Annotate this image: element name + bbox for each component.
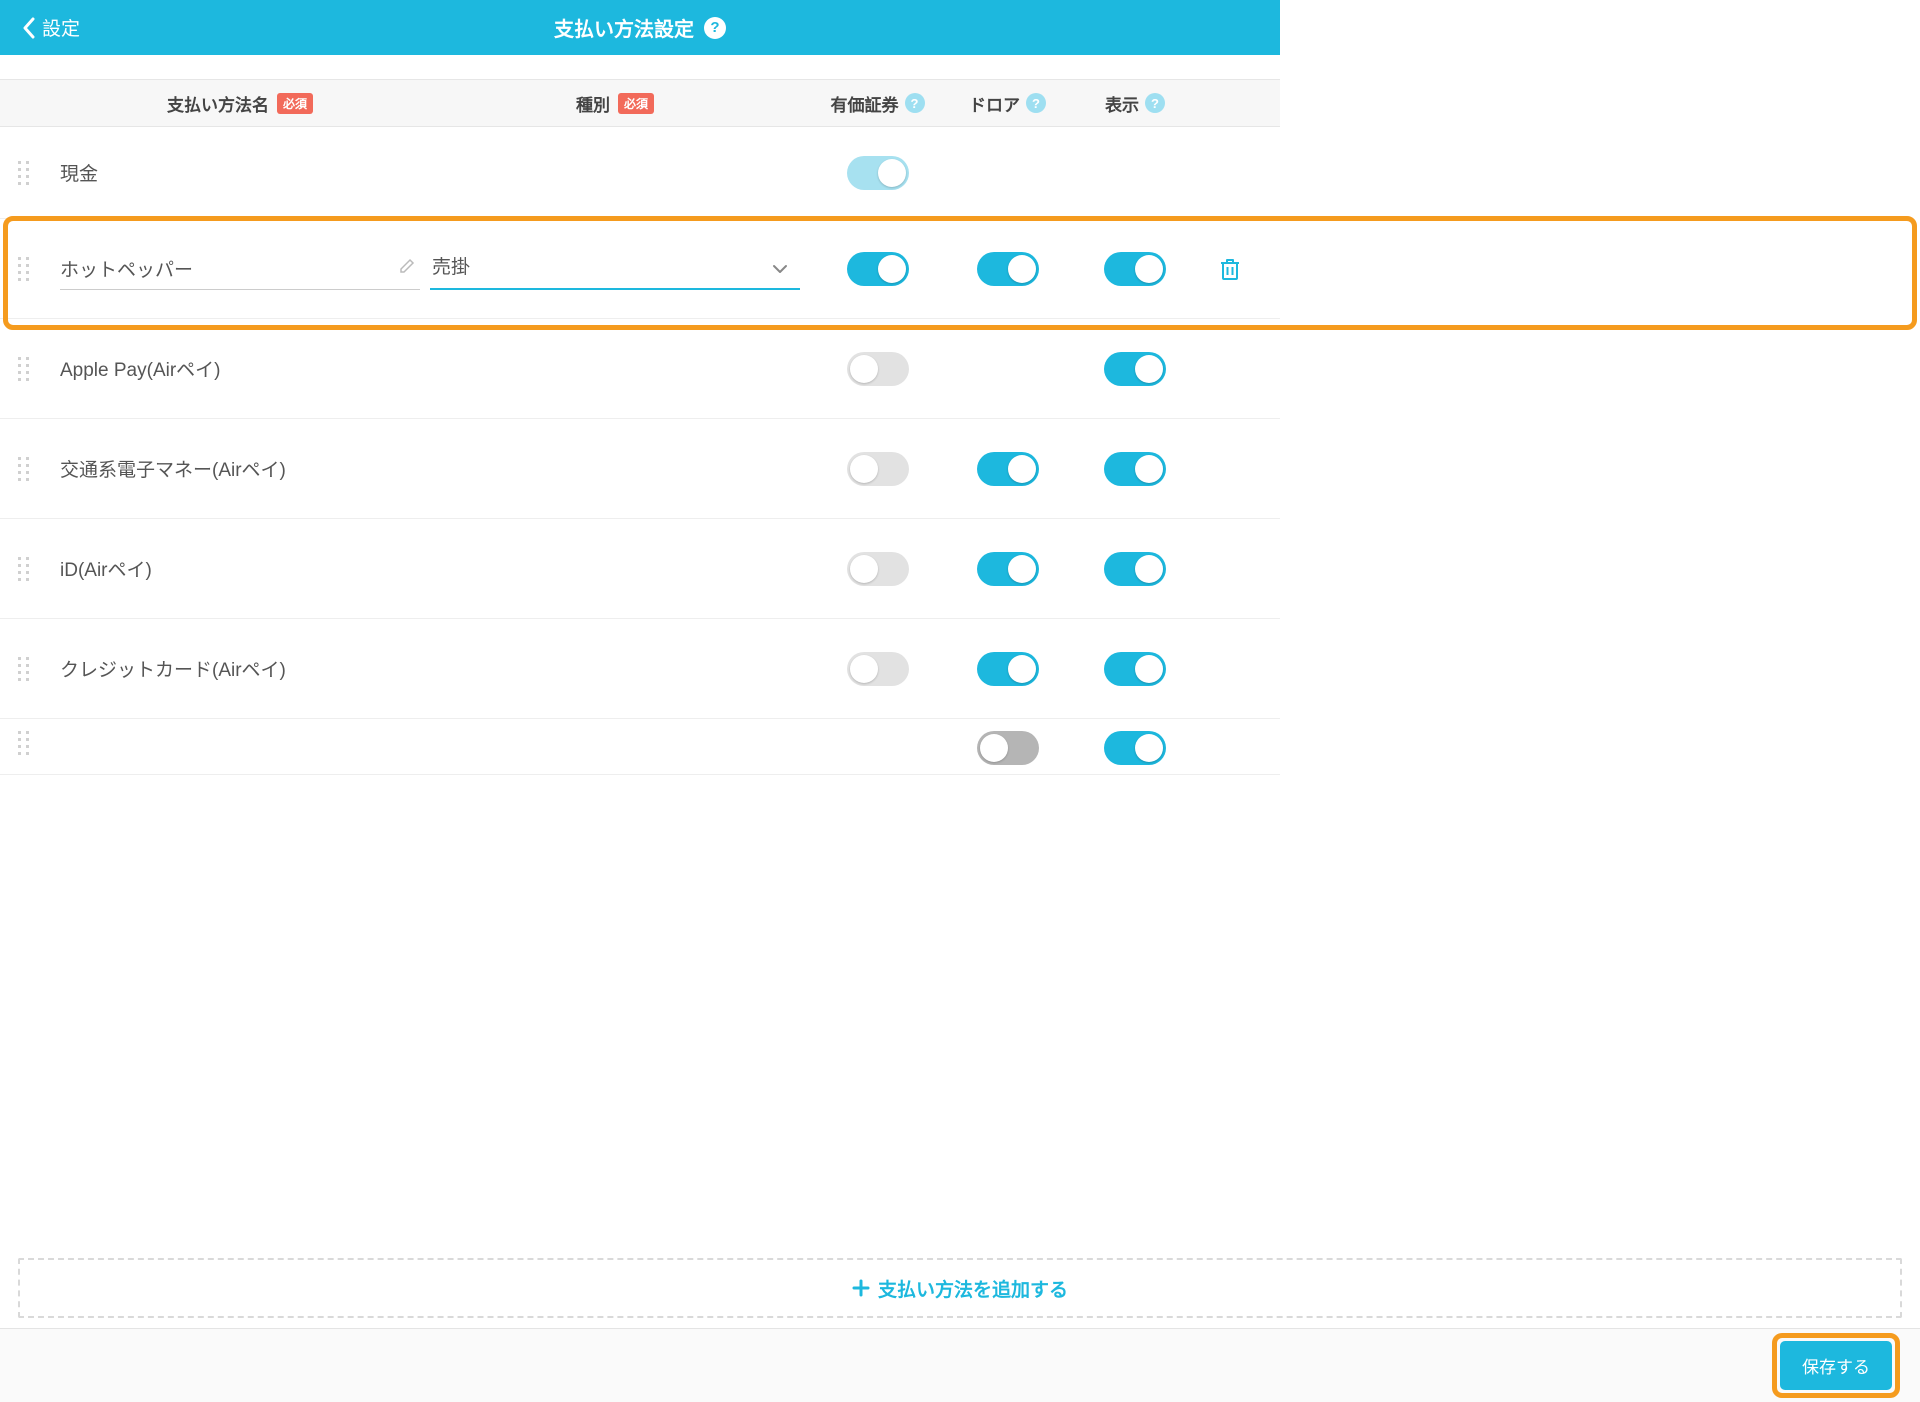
column-header-display: 表示 ? (1070, 91, 1200, 116)
display-cell (1070, 552, 1200, 586)
payment-name-label: 交通系電子マネー(Airペイ) (60, 455, 420, 482)
payment-method-row: クレジットカード(Airペイ) (0, 619, 1280, 719)
securities-cell (810, 652, 945, 686)
drag-handle-icon[interactable] (18, 557, 38, 581)
drawer-toggle[interactable] (977, 552, 1039, 586)
column-header-name: 支払い方法名 必須 (0, 91, 420, 116)
back-label: 設定 (42, 14, 80, 41)
drag-handle-icon[interactable] (18, 657, 38, 681)
app-header: 設定 支払い方法設定 ? (0, 0, 1280, 55)
display-toggle[interactable] (1104, 731, 1166, 765)
page-title: 支払い方法設定 ? (554, 13, 726, 42)
securities-toggle[interactable] (847, 252, 909, 286)
display-cell (1070, 252, 1200, 286)
payment-method-row: Apple Pay(Airペイ) (0, 319, 1280, 419)
column-header-drawer: ドロア ? (945, 91, 1070, 116)
securities-cell (810, 252, 945, 286)
display-toggle[interactable] (1104, 552, 1166, 586)
delete-button[interactable] (1200, 257, 1260, 281)
display-toggle[interactable] (1104, 252, 1166, 286)
column-header-securities: 有価証券 ? (810, 91, 945, 116)
payment-method-row: 交通系電子マネー(Airペイ) (0, 419, 1280, 519)
payment-name-label: 現金 (60, 159, 420, 186)
display-cell (1070, 731, 1200, 765)
display-toggle[interactable] (1104, 452, 1166, 486)
securities-cell (810, 552, 945, 586)
column-header-row: 支払い方法名 必須 種別 必須 有価証券 ? ドロア ? 表示 ? (0, 79, 1280, 127)
help-icon[interactable]: ? (1026, 93, 1046, 113)
type-field-wrap: 売掛 (420, 247, 810, 290)
payment-method-row: iD(Airペイ) (0, 519, 1280, 619)
drawer-cell (945, 652, 1070, 686)
help-icon[interactable]: ? (1145, 93, 1165, 113)
add-area: 支払い方法を追加する (0, 1248, 1920, 1328)
required-badge: 必須 (618, 93, 654, 114)
save-button[interactable]: 保存する (1780, 1341, 1892, 1390)
payment-name-label: クレジットカード(Airペイ) (60, 655, 420, 682)
add-label: 支払い方法を追加する (878, 1275, 1068, 1302)
drag-handle-icon[interactable] (18, 457, 38, 481)
chevron-left-icon (22, 17, 36, 39)
securities-cell (810, 452, 945, 486)
drawer-cell (945, 731, 1070, 765)
securities-cell (810, 352, 945, 386)
display-cell (1070, 652, 1200, 686)
column-header-type: 種別 必須 (420, 91, 810, 116)
drawer-toggle[interactable] (977, 652, 1039, 686)
add-payment-method-button[interactable]: 支払い方法を追加する (18, 1258, 1902, 1318)
drag-handle-icon[interactable] (18, 257, 38, 281)
securities-toggle[interactable] (847, 452, 909, 486)
drawer-cell (945, 552, 1070, 586)
drawer-toggle[interactable] (977, 731, 1039, 765)
securities-toggle[interactable] (847, 552, 909, 586)
drawer-cell (945, 252, 1070, 286)
payment-method-list: 現金売掛 Apple Pay(Airペイ) 交通系電子マネー(Airペイ) iD(Ai… (0, 127, 1280, 775)
back-button[interactable]: 設定 (22, 14, 80, 41)
drawer-toggle[interactable] (977, 252, 1039, 286)
securities-toggle[interactable] (847, 156, 909, 190)
display-cell (1070, 452, 1200, 486)
drawer-cell (945, 452, 1070, 486)
drawer-toggle[interactable] (977, 452, 1039, 486)
footer: 保存する (0, 1328, 1920, 1402)
trash-icon (1219, 257, 1241, 281)
securities-cell (810, 156, 945, 190)
payment-name-input[interactable] (60, 247, 420, 290)
help-icon[interactable]: ? (905, 93, 925, 113)
payment-method-row (0, 719, 1280, 775)
name-field-wrap (60, 247, 420, 290)
drag-handle-icon[interactable] (18, 161, 38, 185)
plus-icon (852, 1279, 870, 1297)
required-badge: 必須 (277, 93, 313, 114)
securities-toggle[interactable] (847, 352, 909, 386)
payment-name-label: iD(Airペイ) (60, 555, 420, 582)
payment-method-row: 売掛 (0, 219, 1280, 319)
securities-toggle[interactable] (847, 652, 909, 686)
title-text: 支払い方法設定 (554, 13, 694, 42)
payment-method-row: 現金 (0, 127, 1280, 219)
display-toggle[interactable] (1104, 352, 1166, 386)
help-icon[interactable]: ? (704, 17, 726, 39)
payment-name-label: Apple Pay(Airペイ) (60, 355, 420, 382)
pencil-icon (398, 257, 416, 280)
display-toggle[interactable] (1104, 652, 1166, 686)
payment-type-select[interactable]: 売掛 (430, 247, 800, 290)
drag-handle-icon[interactable] (18, 731, 38, 755)
display-cell (1070, 352, 1200, 386)
save-highlight: 保存する (1772, 1333, 1900, 1398)
drag-handle-icon[interactable] (18, 357, 38, 381)
